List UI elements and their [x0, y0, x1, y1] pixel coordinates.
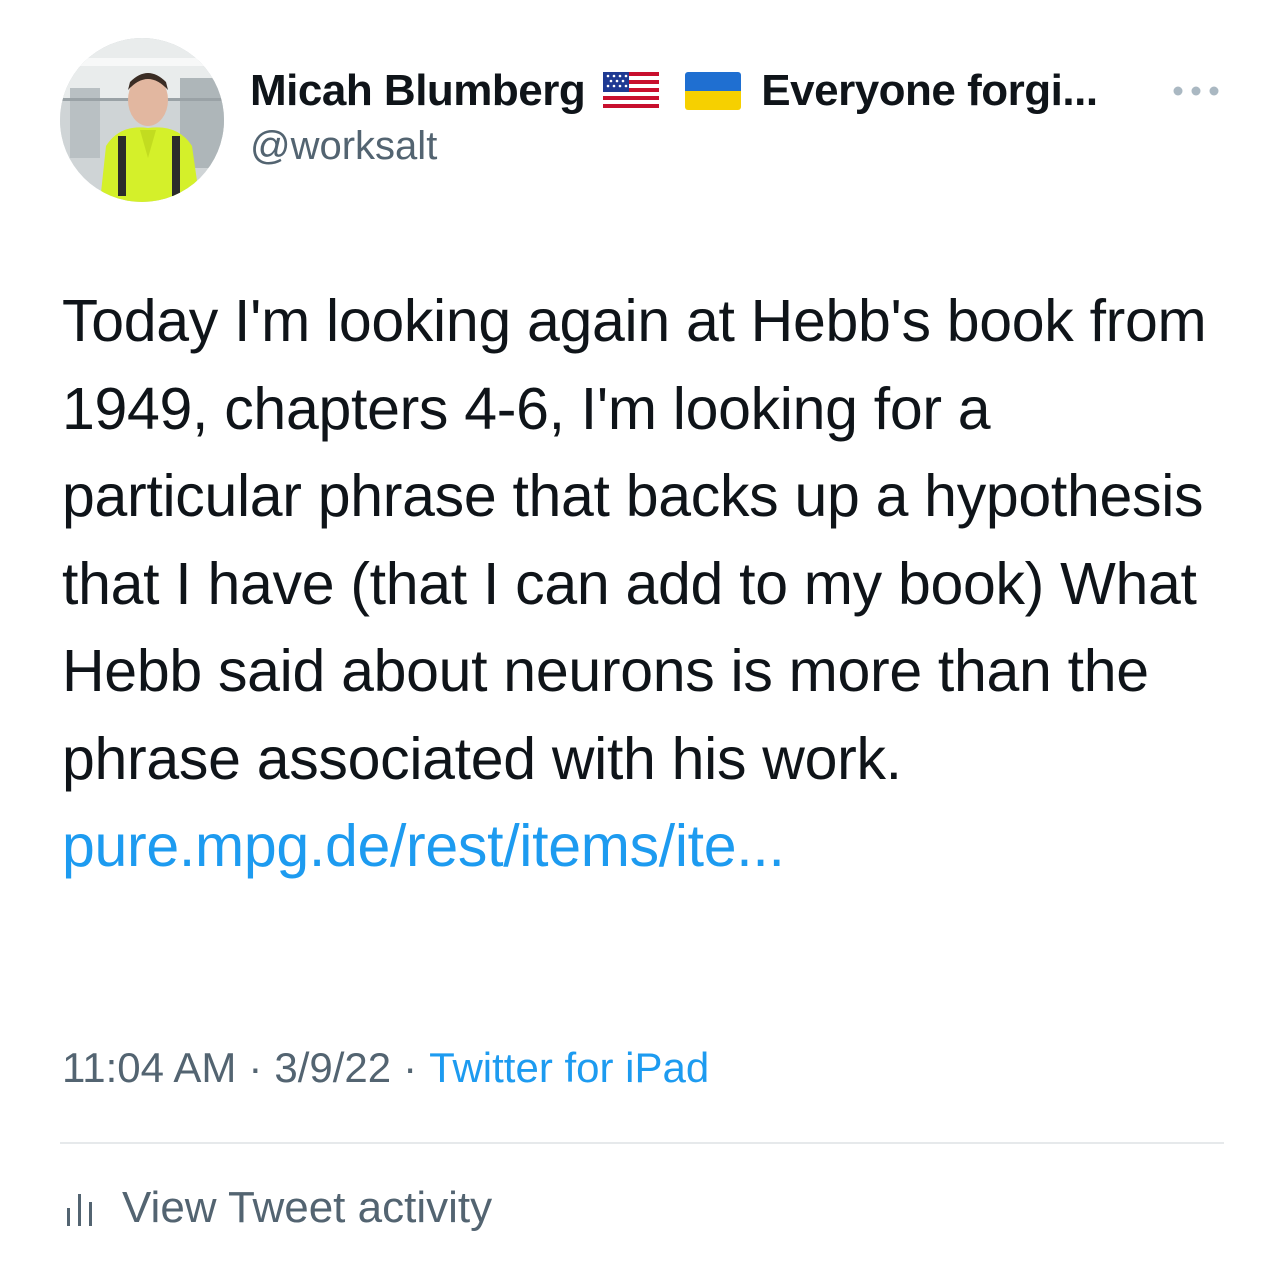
view-tweet-activity-button[interactable]: View Tweet activity: [66, 1178, 492, 1238]
author-name-continuation: Everyone forgi...: [761, 66, 1098, 115]
more-dots-icon: [1173, 86, 1219, 96]
ukraine-flag-icon: [685, 72, 742, 110]
tweet-time[interactable]: 11:04 AM: [62, 1044, 236, 1091]
more-options-button[interactable]: [1168, 74, 1224, 108]
avatar[interactable]: [60, 38, 224, 202]
avatar-photo: [60, 38, 224, 202]
tweet-link[interactable]: pure.mpg.de/rest/items/ite...: [62, 813, 785, 879]
author-name-row[interactable]: Micah Blumberg Everyone forgi...: [250, 62, 1098, 120]
view-tweet-activity-label: View Tweet activity: [122, 1183, 493, 1232]
meta-separator: ·: [248, 1044, 263, 1091]
author-display-name[interactable]: Micah Blumberg: [250, 66, 586, 116]
tweet-source[interactable]: Twitter for iPad: [429, 1044, 709, 1091]
tweet-meta: 11:04 AM · 3/9/22 · Twitter for iPad: [62, 1044, 709, 1092]
analytics-icon: [67, 1194, 92, 1226]
tweet-date[interactable]: 3/9/22: [274, 1044, 391, 1091]
divider: [60, 1142, 1224, 1144]
meta-separator: ·: [403, 1044, 418, 1091]
us-flag-icon: [603, 72, 660, 110]
tweet-text: Today I'm looking again at Hebb's book f…: [62, 278, 1242, 891]
tweet-detail: Micah Blumberg Everyone forgi... @worksa…: [0, 0, 1284, 1276]
author-handle[interactable]: @worksalt: [250, 124, 437, 169]
tweet-body-text: Today I'm looking again at Hebb's book f…: [62, 288, 1207, 792]
